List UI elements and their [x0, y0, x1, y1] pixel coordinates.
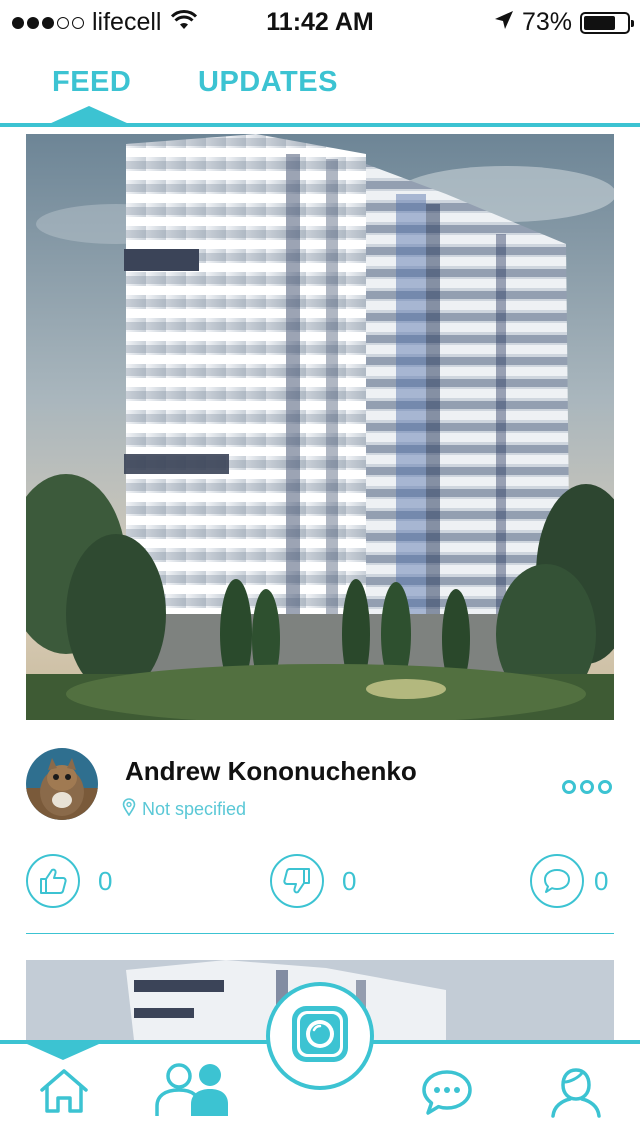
comment-button[interactable]: 0	[530, 854, 608, 908]
feed-tabs: FEED UPDATES	[0, 60, 640, 128]
status-left: lifecell	[12, 8, 198, 37]
battery-icon	[580, 11, 634, 34]
battery-level	[584, 15, 615, 30]
carrier-name: lifecell	[92, 8, 162, 36]
thumbs-up-icon	[26, 854, 80, 908]
dislike-count: 0	[342, 865, 357, 896]
chat-icon[interactable]	[420, 1068, 474, 1121]
signal-strength-icon	[12, 16, 84, 29]
thumbs-down-icon	[270, 854, 324, 908]
post-image[interactable]	[26, 134, 614, 720]
like-count: 0	[98, 865, 113, 896]
camera-icon	[288, 1002, 352, 1071]
avatar[interactable]	[26, 748, 98, 820]
comment-count: 0	[594, 865, 609, 896]
profile-icon[interactable]	[550, 1066, 602, 1123]
status-bar: lifecell 11:42 AM 73%	[0, 0, 640, 40]
like-button[interactable]: 0	[26, 854, 112, 908]
wifi-icon	[171, 8, 198, 37]
tab-underline	[0, 123, 640, 127]
post-location: Not specified	[122, 798, 246, 821]
more-options-icon[interactable]	[562, 780, 612, 794]
post-location-label: Not specified	[142, 799, 247, 819]
tab-updates[interactable]: UPDATES	[198, 66, 338, 99]
people-icon[interactable]	[153, 1062, 229, 1123]
location-arrow-icon	[494, 8, 514, 37]
map-pin-icon	[122, 798, 136, 821]
tab-feed[interactable]: FEED	[52, 66, 131, 99]
post-divider	[26, 933, 614, 934]
home-icon[interactable]	[38, 1068, 90, 1119]
battery-percent: 73%	[521, 8, 572, 36]
status-right: 73%	[494, 8, 634, 37]
speech-bubble-icon	[530, 854, 584, 908]
camera-button[interactable]	[266, 982, 374, 1090]
active-nav-indicator	[27, 1044, 99, 1060]
post-author-name[interactable]: Andrew Kononuchenko	[125, 756, 417, 787]
active-tab-indicator	[49, 106, 129, 124]
dislike-button[interactable]: 0	[270, 854, 356, 908]
